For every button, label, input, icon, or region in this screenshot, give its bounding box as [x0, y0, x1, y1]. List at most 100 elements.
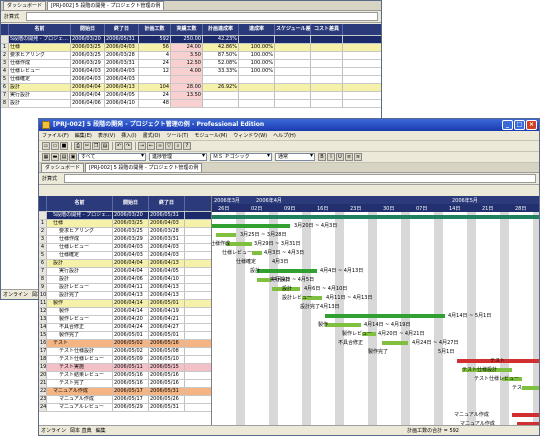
- table-cell[interactable]: 11: [39, 300, 47, 307]
- table-cell[interactable]: 設計完了: [47, 292, 113, 299]
- table-cell[interactable]: 4: [1, 68, 9, 75]
- gantt-bar[interactable]: [382, 341, 408, 345]
- table-cell[interactable]: 2006/03/20: [113, 212, 149, 219]
- table-cell[interactable]: 2006/05/16: [149, 340, 185, 347]
- table-cell[interactable]: [275, 92, 311, 99]
- table-cell[interactable]: 6: [1, 84, 9, 91]
- table-cell[interactable]: テスト: [47, 340, 113, 347]
- table-cell[interactable]: マニュアル作成: [47, 388, 113, 395]
- table-cell[interactable]: 4: [39, 244, 47, 251]
- table-cell[interactable]: 2006/03/25: [113, 228, 149, 235]
- italic-icon[interactable]: I: [327, 153, 335, 161]
- table-cell[interactable]: 6: [39, 260, 47, 267]
- table-cell[interactable]: 2006/05/17: [113, 388, 149, 395]
- table-cell[interactable]: 2006/04/13: [149, 284, 185, 291]
- menu-item[interactable]: ヘルプ(H): [273, 132, 296, 139]
- gantt-bar[interactable]: [252, 251, 262, 255]
- table-cell[interactable]: [275, 68, 311, 75]
- table-cell[interactable]: [275, 76, 311, 83]
- table-cell[interactable]: 4.00: [171, 68, 203, 75]
- table-cell[interactable]: 2006/04/03: [105, 44, 139, 51]
- table-row[interactable]: 6 設計 2006/04/04 2006/04/13 104 28.00 26.92%: [1, 84, 381, 92]
- table-cell[interactable]: 2006/04/06: [71, 100, 105, 107]
- align-center-icon[interactable]: ≡: [354, 153, 362, 161]
- menu-item[interactable]: 表示(V): [98, 132, 115, 139]
- table-cell[interactable]: 7: [39, 268, 47, 275]
- table-cell[interactable]: 23: [39, 396, 47, 403]
- table-cell[interactable]: [39, 212, 47, 219]
- table-row[interactable]: 4 仕様レビュー 2006/04/03 2006/04/03 12 4.00 33.33% 1…: [1, 68, 381, 76]
- table-cell[interactable]: 26.92%: [203, 84, 239, 91]
- table-cell[interactable]: 2006/04/03: [105, 68, 139, 75]
- table-cell[interactable]: 2006/04/03: [113, 252, 149, 259]
- table-cell[interactable]: 4: [139, 52, 171, 59]
- table-cell[interactable]: [311, 92, 343, 99]
- back-tab-project[interactable]: [PRJ-002] 5 段階の開発 - プロジェクト管理の例: [47, 1, 165, 10]
- table-cell[interactable]: [275, 44, 311, 51]
- print-icon[interactable]: ⎙: [74, 142, 82, 150]
- table-row[interactable]: 5段階の開発 - プロジェ... 2006/03/20 2006/05/31 592 2…: [1, 36, 381, 44]
- table-cell[interactable]: 22: [39, 388, 47, 395]
- column-header[interactable]: コスト差異: [311, 24, 343, 35]
- table-cell[interactable]: [311, 44, 343, 51]
- table-cell[interactable]: 9: [39, 284, 47, 291]
- table-cell[interactable]: 8: [39, 276, 47, 283]
- undo-icon[interactable]: ↶: [115, 142, 123, 150]
- table-cell[interactable]: 2006/04/10: [149, 276, 185, 283]
- cut-icon[interactable]: ✂: [83, 142, 91, 150]
- column-header[interactable]: [1, 24, 9, 35]
- table-row[interactable]: 19 テスト実施 2006/05/11 2006/05/15: [39, 364, 211, 372]
- table-row[interactable]: 5段階の開発 - プロジェ... 2006/03/20 2006/05/31: [39, 212, 211, 220]
- table-row[interactable]: 14 不具合修正 2006/04/24 2006/04/27: [39, 324, 211, 332]
- gantt-bar[interactable]: [212, 224, 290, 228]
- table-cell[interactable]: 5: [1, 76, 9, 83]
- table-cell[interactable]: 2006/04/04: [71, 92, 105, 99]
- table-row[interactable]: 16 テスト 2006/05/02 2006/05/16: [39, 340, 211, 348]
- table-cell[interactable]: 仕様レビュー: [47, 244, 113, 251]
- table-cell[interactable]: 2006/04/13: [149, 260, 185, 267]
- table-cell[interactable]: 19: [39, 364, 47, 371]
- table-cell[interactable]: 2006/03/28: [149, 228, 185, 235]
- table-cell[interactable]: 48: [139, 100, 171, 107]
- table-cell[interactable]: テスト実施: [47, 364, 113, 371]
- front-tab-project[interactable]: [PRJ-002] 5 段階の開発 - プロジェクト管理の例: [85, 163, 203, 172]
- table-cell[interactable]: [275, 100, 311, 107]
- table-cell[interactable]: 28.00: [171, 84, 203, 91]
- table-cell[interactable]: 設計: [9, 100, 71, 107]
- table-cell[interactable]: 製作レビュー: [47, 316, 113, 323]
- table-cell[interactable]: 製作完了: [47, 332, 113, 339]
- sheet-icon[interactable]: ▤: [60, 153, 68, 161]
- table-cell[interactable]: 製作: [47, 308, 113, 315]
- table-cell[interactable]: 10: [39, 292, 47, 299]
- table-row[interactable]: 17 テスト仕様設計 2006/05/02 2006/05/08: [39, 348, 211, 356]
- front-tab-dashboard[interactable]: ダッシュボード: [41, 163, 85, 172]
- gantt-bar[interactable]: [325, 323, 361, 327]
- table-cell[interactable]: 2006/05/02: [113, 348, 149, 355]
- table-row[interactable]: 2 要求ヒアリング 2006/03/25 2006/03/28 4 3.50 87.50% 1…: [1, 52, 381, 60]
- back-tab-dashboard[interactable]: ダッシュボード: [3, 1, 47, 10]
- gantt-bar[interactable]: [216, 233, 236, 237]
- table-cell[interactable]: 2006/05/17: [113, 396, 149, 403]
- save-icon[interactable]: ■: [60, 142, 68, 150]
- table-row[interactable]: 23 マニュアル作成 2006/05/17 2006/05/26: [39, 396, 211, 404]
- gantt-bar[interactable]: [512, 413, 539, 417]
- table-cell[interactable]: 2006/03/25: [113, 220, 149, 227]
- bold-icon[interactable]: B: [318, 153, 326, 161]
- table-cell[interactable]: 2006/04/10: [105, 100, 139, 107]
- table-cell[interactable]: 5段階の開発 - プロジェ...: [47, 212, 113, 219]
- table-cell[interactable]: 仕様確定: [9, 76, 71, 83]
- table-row[interactable]: 15 製作完了 2006/05/01 2006/05/01: [39, 332, 211, 340]
- table-cell[interactable]: [239, 92, 275, 99]
- table-cell[interactable]: 2006/03/20: [71, 36, 105, 43]
- table-cell[interactable]: 要求ヒアリング: [9, 52, 71, 59]
- table-cell[interactable]: 2006/05/09: [113, 356, 149, 363]
- table-cell[interactable]: 100.00%: [239, 60, 275, 67]
- view-icon[interactable]: ▦: [42, 153, 50, 161]
- table-cell[interactable]: 2006/04/03: [113, 244, 149, 251]
- table-row[interactable]: 2 要求ヒアリング 2006/03/25 2006/03/28: [39, 228, 211, 236]
- copy-icon[interactable]: ❐: [92, 142, 100, 150]
- table-cell[interactable]: 56: [139, 44, 171, 51]
- redo-icon[interactable]: ↷: [124, 142, 132, 150]
- table-cell[interactable]: 5段階の開発 - プロジェ...: [9, 36, 71, 43]
- table-cell[interactable]: [311, 68, 343, 75]
